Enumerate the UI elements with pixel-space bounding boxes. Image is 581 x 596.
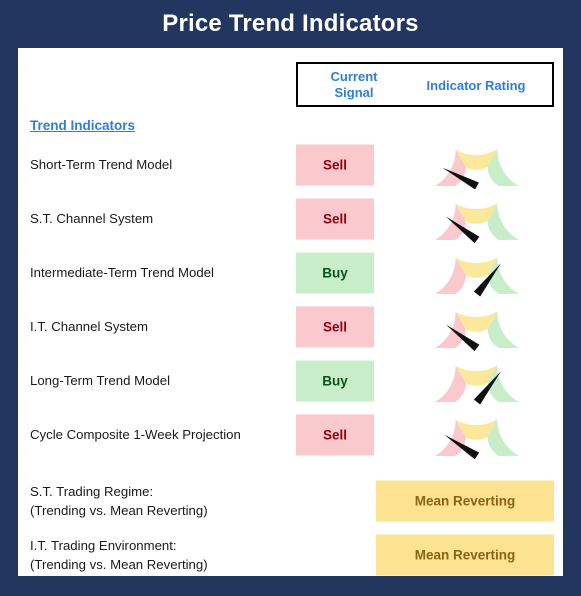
regime-row-label: I.T. Trading Environment: (Trending vs. … <box>30 538 208 572</box>
signal-badge-sell[interactable]: Sell <box>296 144 374 186</box>
page-title: Price Trend Indicators <box>162 10 419 37</box>
gauge-graphic <box>435 311 519 351</box>
indicator-row-label: Short-Term Trend Model <box>30 157 173 172</box>
regime-badge[interactable]: Mean Reverting <box>376 480 554 522</box>
indicator-rating-gauge <box>400 410 554 460</box>
signal-badge-sell[interactable]: Sell <box>296 414 374 456</box>
column-header-indicator-rating: Indicator Rating <box>426 78 526 93</box>
indicator-rating-gauge <box>400 194 554 244</box>
content-panel: Current Signal Indicator Rating Trend Ind… <box>18 48 563 576</box>
indicator-row: Long-Term Trend Model Buy <box>18 354 563 408</box>
indicator-row: Cycle Composite 1-Week Projection Sell <box>18 408 563 462</box>
current-signal-line2: Signal <box>334 85 374 100</box>
current-signal-line1: Current <box>330 69 378 84</box>
gauge-graphic <box>435 419 519 459</box>
indicator-row-label: Long-Term Trend Model <box>30 373 170 388</box>
signal-badge-buy[interactable]: Buy <box>296 252 374 294</box>
column-header-current-signal: Current Signal <box>312 69 396 101</box>
column-header-box: Current Signal Indicator Rating <box>296 62 554 107</box>
indicator-rating-gauge <box>400 248 554 298</box>
signal-badge-sell[interactable]: Sell <box>296 306 374 348</box>
indicator-row-label: Cycle Composite 1-Week Projection <box>30 427 241 442</box>
indicator-rating-gauge <box>400 356 554 406</box>
gauge-graphic <box>435 149 519 189</box>
gauge-graphic <box>435 257 519 297</box>
indicator-row: S.T. Channel System Sell <box>18 192 563 246</box>
indicator-row-label: I.T. Channel System <box>30 319 149 334</box>
indicator-row: Short-Term Trend Model Sell <box>18 138 563 192</box>
gauge-graphic <box>435 365 519 405</box>
gauge-graphic <box>435 203 519 243</box>
regime-row: S.T. Trading Regime: (Trending vs. Mean … <box>18 474 563 528</box>
indicator-row: I.T. Channel System Sell <box>18 300 563 354</box>
indicator-row-label: Intermediate-Term Trend Model <box>30 265 214 280</box>
signal-badge-sell[interactable]: Sell <box>296 198 374 240</box>
window-title-bar: Price Trend Indicators <box>0 0 581 48</box>
section-heading-trend-indicators: Trend Indicators <box>30 118 136 133</box>
indicator-rating-gauge <box>400 302 554 352</box>
price-trend-indicators-window: Price Trend Indicators Current Signal Ind… <box>0 0 581 596</box>
indicator-row-label: S.T. Channel System <box>30 211 154 226</box>
indicator-rating-gauge <box>400 140 554 190</box>
indicator-row: Intermediate-Term Trend Model Buy <box>18 246 563 300</box>
regime-row: I.T. Trading Environment: (Trending vs. … <box>18 528 563 582</box>
regime-row-label: S.T. Trading Regime: (Trending vs. Mean … <box>30 484 208 518</box>
regime-badge[interactable]: Mean Reverting <box>376 534 554 576</box>
signal-badge-buy[interactable]: Buy <box>296 360 374 402</box>
